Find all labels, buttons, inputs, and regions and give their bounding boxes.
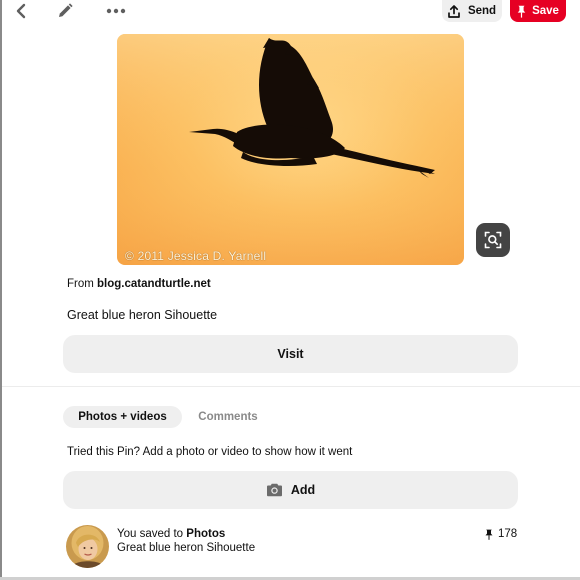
save-button[interactable]: Save [510,0,566,22]
save-count: 178 [485,528,517,540]
source-domain-link[interactable]: blog.catandturtle.net [97,278,211,290]
send-button[interactable]: Send [442,0,502,22]
visual-search-icon[interactable] [476,223,510,257]
pin-toolbar: Send Save [0,0,580,24]
tried-prompt: Tried this Pin? Add a photo or video to … [67,446,353,458]
pushpin-icon [485,529,493,540]
camera-icon [266,483,283,497]
section-divider [2,386,580,387]
source-prefix: From [67,278,98,290]
pin-title: Great blue heron Sihouette [67,308,218,322]
tab-photos-videos-label: Photos + videos [78,411,167,423]
pencil-icon[interactable] [54,0,76,22]
save-count-value: 178 [498,528,518,540]
send-label: Send [467,5,497,17]
ellipsis-icon[interactable] [104,0,128,22]
tab-comments-label: Comments [198,411,258,423]
pin-source: From blog.catandturtle.net [67,278,211,290]
pushpin-icon [517,5,526,18]
share-upload-icon [448,4,460,18]
tab-comments[interactable]: Comments [192,406,264,428]
window-edge [0,0,2,580]
add-photo-button[interactable]: Add [63,471,518,509]
saved-to-line: You saved to Photos [117,528,225,540]
heron-silhouette [117,34,464,265]
avatar[interactable] [66,525,109,568]
saved-pin-title: Great blue heron Sihouette [117,542,256,554]
visit-button[interactable]: Visit [63,335,518,373]
saved-prefix: You saved to [117,528,187,540]
chevron-left-icon[interactable] [10,0,32,22]
board-link[interactable]: Photos [186,528,225,540]
add-label: Add [290,483,316,497]
photo-watermark: © 2011 Jessica D. Yarnell [125,249,267,263]
pin-image[interactable]: © 2011 Jessica D. Yarnell [117,34,464,265]
tab-photos-videos[interactable]: Photos + videos [63,406,182,428]
save-label: Save [532,5,559,17]
visit-label: Visit [277,347,304,361]
